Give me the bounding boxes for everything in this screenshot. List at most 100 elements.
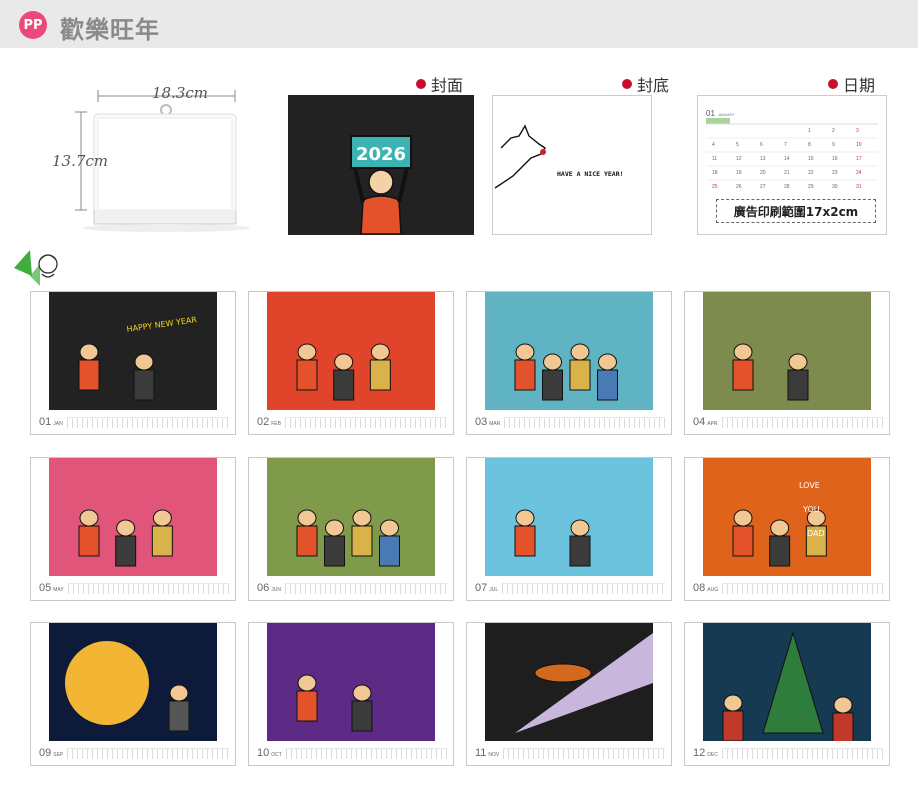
month-number: 07: [475, 582, 488, 594]
month-caption: 06 JUN: [257, 580, 447, 594]
day-strip: [284, 583, 447, 594]
month-card-05[interactable]: 05 MAY: [30, 457, 236, 601]
month-caption: 01 JAN: [39, 414, 229, 428]
month-number: 05: [39, 582, 52, 594]
month-illustration: [49, 458, 217, 576]
month-card-02[interactable]: 02 FEB: [248, 291, 454, 435]
svg-text:11: 11: [712, 156, 717, 162]
svg-text:25: 25: [712, 184, 718, 190]
month-caption: 08 AUG: [693, 580, 883, 594]
section-label-cover: 封面: [416, 72, 463, 96]
day-strip: [721, 417, 883, 428]
day-strip: [67, 583, 229, 594]
month-card-09[interactable]: 09 SEP: [30, 622, 236, 766]
day-strip: [66, 417, 229, 428]
back-thumbnail[interactable]: HAVE A NICE YEAR!: [492, 95, 652, 235]
section-label-back: 封底: [622, 72, 669, 96]
month-caption: 03 MAR: [475, 414, 665, 428]
svg-text:28: 28: [784, 184, 790, 190]
svg-text:12: 12: [736, 156, 742, 162]
month-illustration: [267, 292, 435, 410]
month-number: 08: [693, 582, 706, 594]
svg-text:15: 15: [808, 156, 814, 162]
svg-text:YOU: YOU: [802, 505, 820, 514]
month-card-08[interactable]: LOVE YOU DAD 08 AUG: [684, 457, 890, 601]
svg-text:23: 23: [832, 170, 838, 176]
month-card-12[interactable]: 12 DEC: [684, 622, 890, 766]
month-caption: 10 OCT: [257, 745, 447, 759]
month-illustration: [485, 623, 653, 741]
svg-text:01: 01: [706, 109, 715, 118]
back-art: HAVE A NICE YEAR!: [494, 124, 624, 189]
month-name: JUN: [271, 587, 281, 593]
month-illustration: [485, 458, 653, 576]
svg-text:9: 9: [832, 142, 835, 148]
month-illustration: [267, 623, 435, 741]
month-illustration: [485, 292, 653, 410]
svg-text:8: 8: [808, 142, 811, 148]
month-name: JUL: [489, 587, 499, 593]
month-illustration: [703, 623, 871, 741]
month-number: 04: [693, 416, 706, 428]
month-card-03[interactable]: 03 MAR: [466, 291, 672, 435]
cover-thumbnail[interactable]: 2026: [288, 95, 474, 235]
day-strip: [722, 583, 883, 594]
month-number: 12: [693, 747, 706, 759]
month-illustration: [703, 292, 871, 410]
svg-text:1: 1: [808, 128, 811, 134]
month-name: NOV: [488, 752, 500, 758]
month-caption: 11 NOV: [475, 745, 665, 759]
month-illustration: [267, 458, 435, 576]
cover-art: 2026: [350, 135, 412, 235]
svg-text:5: 5: [736, 142, 739, 148]
height-label: 13.7cm: [52, 152, 109, 170]
month-number: 01: [39, 416, 52, 428]
svg-text:29: 29: [808, 184, 814, 190]
svg-text:19: 19: [736, 170, 742, 176]
svg-text:4: 4: [712, 142, 715, 148]
month-illustration: LOVE YOU DAD: [703, 458, 871, 576]
svg-text:HAPPY NEW YEAR: HAPPY NEW YEAR: [126, 315, 198, 334]
svg-text:14: 14: [784, 156, 790, 162]
month-card-10[interactable]: 10 OCT: [248, 622, 454, 766]
month-number: 06: [257, 582, 270, 594]
month-caption: 07 JUL: [475, 580, 665, 594]
svg-text:HAVE A NICE YEAR!: HAVE A NICE YEAR!: [557, 170, 624, 178]
month-number: 10: [257, 747, 270, 759]
month-card-07[interactable]: 07 JUL: [466, 457, 672, 601]
ad-print-area-label: 廣告印刷範圍17x2cm: [716, 199, 876, 223]
month-name: MAY: [53, 587, 64, 593]
svg-text:7: 7: [784, 142, 787, 148]
svg-text:DAD: DAD: [807, 529, 825, 538]
svg-text:20: 20: [760, 170, 766, 176]
header-bar: PP 歡樂旺年: [0, 0, 918, 48]
day-strip: [284, 417, 447, 428]
day-strip: [504, 417, 665, 428]
month-card-11[interactable]: 11 NOV: [466, 622, 672, 766]
month-name: OCT: [271, 752, 282, 758]
section-label-date: 日期: [828, 72, 875, 96]
svg-text:2: 2: [832, 128, 835, 134]
month-name: JAN: [53, 421, 63, 427]
month-number: 03: [475, 416, 488, 428]
bullet-icon: [828, 79, 838, 89]
day-strip: [502, 583, 665, 594]
month-name: AUG: [707, 587, 719, 593]
month-caption: 12 DEC: [693, 745, 883, 759]
month-card-04[interactable]: 04 APR: [684, 291, 890, 435]
svg-text:21: 21: [784, 170, 790, 176]
svg-text:16: 16: [832, 156, 838, 162]
month-card-06[interactable]: 06 JUN: [248, 457, 454, 601]
month-name: DEC: [707, 752, 718, 758]
month-name: SEP: [53, 752, 64, 758]
month-name: MAR: [489, 421, 501, 427]
month-card-01[interactable]: HAPPY NEW YEAR 01 JAN: [30, 291, 236, 435]
date-grid: 01 JANUARY 321 4 5 6 7 8 9 10 11 12 13 14 15 16 17 1…: [706, 109, 878, 190]
svg-text:24: 24: [856, 170, 862, 176]
month-illustration: [49, 623, 217, 741]
month-name: APR: [707, 421, 718, 427]
day-strip: [67, 748, 229, 759]
month-number: 09: [39, 747, 52, 759]
svg-text:6: 6: [760, 142, 763, 148]
page-title: 歡樂旺年: [60, 16, 160, 44]
